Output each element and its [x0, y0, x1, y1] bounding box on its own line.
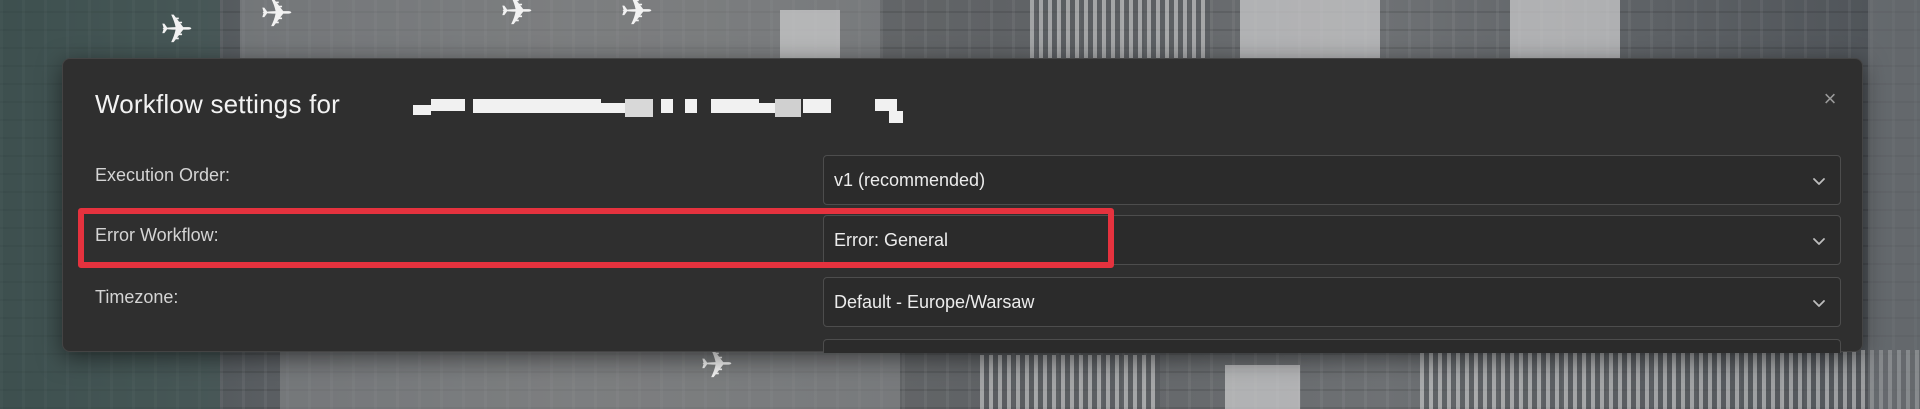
execution-order-label: Execution Order: [95, 165, 231, 185]
close-icon[interactable]: × [1818, 87, 1842, 111]
timezone-value: Default - Europe/Warsaw [834, 292, 1035, 312]
chevron-down-icon [1813, 300, 1825, 307]
chevron-down-icon [1813, 238, 1825, 245]
next-setting-select-partial[interactable] [823, 339, 1841, 353]
execution-order-select[interactable]: v1 (recommended) [823, 155, 1841, 205]
chevron-down-icon [1813, 178, 1825, 185]
error-workflow-label: Error Workflow: [95, 225, 219, 245]
redacted-workflow-name [343, 91, 903, 123]
error-workflow-value: Error: General [834, 230, 949, 250]
timezone-label: Timezone: [95, 287, 179, 307]
execution-order-value: v1 (recommended) [834, 170, 986, 190]
timezone-select[interactable]: Default - Europe/Warsaw [823, 277, 1841, 327]
error-workflow-select[interactable]: Error: General [823, 215, 1841, 265]
dialog-title: Workflow settings for [95, 89, 341, 119]
workflow-settings-dialog: Workflow settings for × Execution Order:… [62, 58, 1863, 353]
